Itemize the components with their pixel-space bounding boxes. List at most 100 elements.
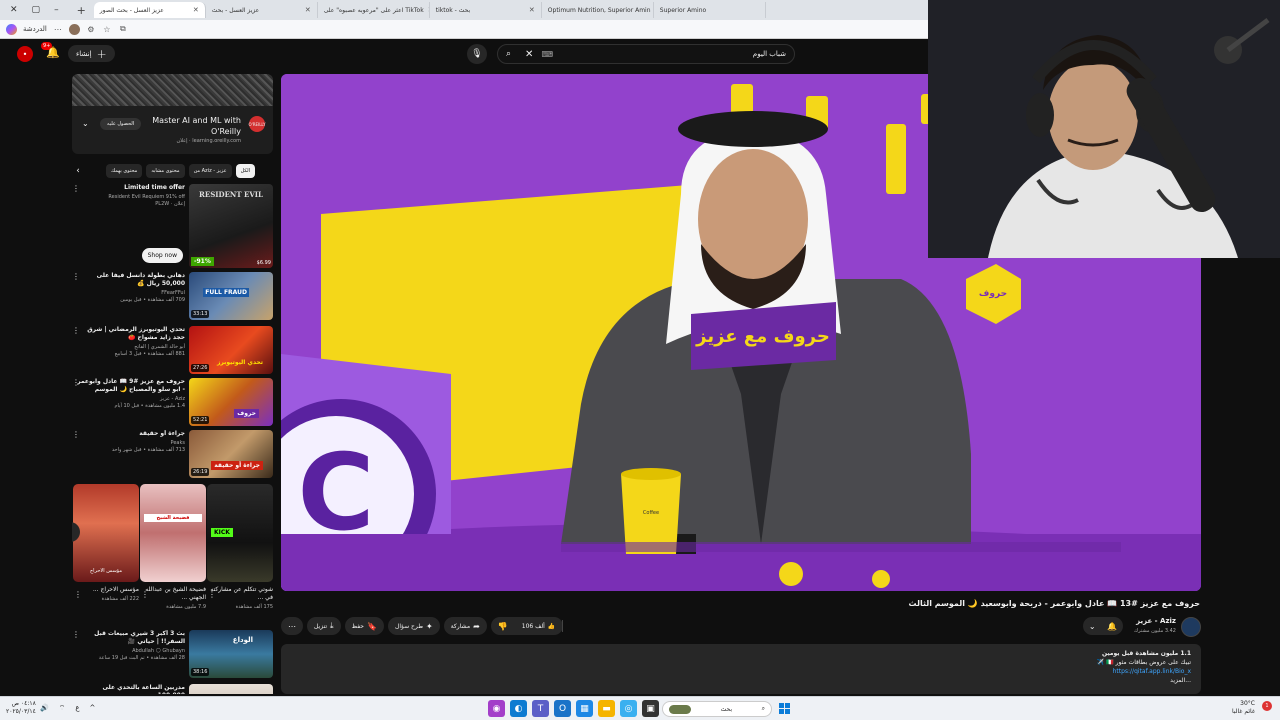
ad-cta-button[interactable]: الحصول عليه bbox=[100, 118, 142, 130]
profile-label[interactable]: الدردشة bbox=[23, 25, 47, 33]
more-menu-icon[interactable]: ⋯ bbox=[53, 24, 63, 34]
chevron-down-icon[interactable]: ⌄ bbox=[82, 119, 89, 128]
terminal-icon[interactable]: ▣ bbox=[642, 700, 659, 717]
browser-tab[interactable]: Superior Amino bbox=[654, 2, 766, 18]
search-icon[interactable]: ⌕ bbox=[506, 49, 511, 59]
chevron-left-icon[interactable]: ‹ bbox=[72, 166, 84, 176]
more-actions-button[interactable]: ⋯ bbox=[281, 617, 303, 635]
ad-title[interactable]: Master AI and ML with O'Reilly bbox=[141, 115, 241, 137]
channel-name[interactable]: FFearFFul bbox=[77, 290, 185, 296]
sponsored-recommendation[interactable]: RESIDENT EVIL -91% $6.99 Limited time of… bbox=[72, 184, 273, 268]
channel-avatar[interactable] bbox=[1181, 617, 1201, 637]
favorites-icon[interactable]: ☆ bbox=[102, 24, 112, 34]
browser-tab[interactable]: tiktok - بحث ✕ bbox=[430, 2, 542, 18]
short-title[interactable]: مؤسس الاحراج ... bbox=[73, 586, 139, 594]
short-title[interactable]: فضيحة الشيخ بن عبدالله الجهني ... bbox=[140, 586, 206, 602]
video-description[interactable]: 1.1 مليون مشاهدة قبل يومين تبيك على عروض… bbox=[281, 644, 1201, 694]
recommendation-item[interactable]: مدربين الساعة بالتحدي على 100,000 bbox=[72, 684, 273, 694]
edge-icon[interactable]: ◐ bbox=[510, 700, 527, 717]
shop-now-button[interactable]: Shop now bbox=[141, 248, 183, 263]
video-title[interactable]: تحدي اليوتيوبرز الرمضاني | شرق حجد زايد … bbox=[77, 326, 185, 342]
store-icon[interactable]: ▦ bbox=[576, 700, 593, 717]
outlook-icon[interactable]: O bbox=[554, 700, 571, 717]
create-button[interactable]: إنشاء + bbox=[68, 45, 115, 62]
more-options-icon[interactable]: ⋮ bbox=[72, 326, 80, 335]
short-thumbnail[interactable]: فضيحة الشيخ bbox=[140, 484, 206, 582]
recommendation-item[interactable]: جراءة أو حقيقة 26:19 جراءة أو حقيقة Peak… bbox=[72, 430, 273, 478]
chip-related[interactable]: محتوى مشابه bbox=[146, 164, 185, 178]
video-thumbnail[interactable]: جراءة أو حقيقة 26:19 bbox=[189, 430, 273, 478]
short-title[interactable]: شوتي تتكلم عن مشاركته في ... bbox=[207, 586, 273, 602]
dislike-icon[interactable]: 👎 bbox=[491, 622, 515, 631]
start-button[interactable] bbox=[776, 700, 793, 717]
taskbar-search[interactable]: بحث ⌕ bbox=[662, 701, 772, 717]
notification-badge[interactable]: 1 bbox=[1262, 701, 1272, 711]
close-tab-icon[interactable]: ✕ bbox=[193, 6, 199, 14]
video-title[interactable]: Limited time offer bbox=[77, 184, 185, 192]
chevron-up-icon[interactable]: ^ bbox=[90, 704, 96, 713]
wifi-icon[interactable]: ⌔ bbox=[59, 704, 66, 713]
more-options-icon[interactable]: ⋮ bbox=[74, 590, 82, 599]
channel-name[interactable]: Aziz - عزيز bbox=[77, 396, 185, 402]
video-title[interactable]: جراءة أو حقيقة bbox=[77, 430, 185, 438]
search-input[interactable] bbox=[552, 50, 786, 58]
language-indicator[interactable]: ع bbox=[75, 704, 79, 713]
teams-icon[interactable]: T bbox=[532, 700, 549, 717]
short-thumbnail[interactable]: KICK bbox=[207, 484, 273, 582]
recommendation-item[interactable]: تحدي اليوتيوبرز 27:26 تحدي اليوتيوبرز ال… bbox=[72, 326, 273, 374]
file-explorer-icon[interactable]: ▬ bbox=[598, 700, 615, 717]
app-icon[interactable]: ◉ bbox=[488, 700, 505, 717]
volume-icon[interactable]: 🔊 bbox=[40, 704, 49, 713]
recommendation-item[interactable]: FULL FRAUD 33:13 دهاني بطولة دانسل فيفا … bbox=[72, 272, 273, 320]
copilot-icon[interactable] bbox=[6, 23, 17, 35]
recommendation-item[interactable]: الوداع 38:16 بث 3 أكبر 3 شيري مبيعات قبل… bbox=[72, 630, 273, 678]
browser-tab[interactable]: عزيز العسل - بحث ✕ bbox=[206, 2, 318, 18]
video-thumbnail[interactable]: FULL FRAUD 33:13 bbox=[189, 272, 273, 320]
minimize-window-button[interactable]: – bbox=[54, 5, 59, 15]
video-title[interactable]: مدربين الساعة بالتحدي على 100,000 bbox=[77, 684, 185, 694]
video-thumbnail[interactable]: الوداع 38:16 bbox=[189, 630, 273, 678]
browser-tab[interactable]: اعثر على "مرعوبه عصبوه" على TikTok✕ bbox=[318, 2, 430, 18]
extensions-icon[interactable]: ⚙ bbox=[86, 24, 96, 34]
video-thumbnail[interactable] bbox=[189, 684, 273, 694]
sponsored-ad-card[interactable]: O'REILLY Master AI and ML with O'Reilly … bbox=[72, 74, 273, 154]
notifications-bell-icon[interactable]: 🔔 bbox=[46, 46, 60, 59]
profile-avatar[interactable] bbox=[68, 23, 80, 35]
voice-search-icon[interactable]: 🎙 bbox=[467, 44, 487, 64]
video-title[interactable]: دهاني بطولة دانسل فيفا على 50,000 ريال 💰 bbox=[77, 272, 185, 288]
download-button[interactable]: تنزيل ⤓ bbox=[307, 617, 341, 635]
browser-tab[interactable]: عزيز العسل - بحث الصور ✕ bbox=[93, 2, 206, 18]
more-options-icon[interactable]: ⋮ bbox=[141, 590, 149, 599]
subscribed-button[interactable]: ⌄ 🔔 bbox=[1083, 617, 1123, 635]
collections-icon[interactable]: ⧉ bbox=[118, 24, 128, 34]
chip-from-channel[interactable]: من Aziz - عزيز bbox=[188, 164, 232, 178]
channel-name[interactable]: Peaks bbox=[77, 440, 185, 446]
show-more-link[interactable]: ...المزيد bbox=[1170, 677, 1191, 684]
chip-all[interactable]: الكل bbox=[235, 164, 256, 178]
short-thumbnail[interactable]: مؤسس الاحراج bbox=[73, 484, 139, 582]
more-options-icon[interactable]: ⋮ bbox=[72, 184, 80, 193]
browser-tab[interactable]: Optimum Nutrition, Superior Amin✕ bbox=[542, 2, 654, 18]
channel-name[interactable]: أبو خالد الشمري | الفاتح bbox=[77, 344, 185, 350]
more-options-icon[interactable]: ⋮ bbox=[72, 378, 80, 387]
video-thumbnail[interactable]: حروف 52:21 bbox=[189, 378, 273, 426]
more-options-icon[interactable]: ⋮ bbox=[72, 272, 80, 281]
more-options-icon[interactable]: ⋮ bbox=[72, 630, 80, 639]
chip-for-you[interactable]: محتوى يهمك bbox=[106, 164, 143, 178]
close-tab-icon[interactable]: ✕ bbox=[305, 6, 311, 14]
weather-widget[interactable]: 30°C غائم غالبا bbox=[1232, 700, 1255, 716]
channel-name[interactable]: Abdullah 🌕 Ghubayn bbox=[77, 648, 185, 654]
save-button[interactable]: حفظ 🔖 bbox=[344, 617, 384, 635]
ask-button[interactable]: طرح سؤال ✦ bbox=[387, 617, 440, 635]
like-button[interactable]: 106 ألف 👍 bbox=[515, 620, 564, 632]
video-title[interactable]: حروف مع عزيز #9 📖 عادل وابوعمر - ابو سلو… bbox=[77, 378, 185, 394]
clear-search-icon[interactable]: ✕ bbox=[525, 49, 533, 60]
keyboard-icon[interactable]: ⌨ bbox=[541, 50, 553, 59]
recommendation-item[interactable]: حروف 52:21 حروف مع عزيز #9 📖 عادل وابوعم… bbox=[72, 378, 273, 426]
maximize-window-button[interactable]: ▢ bbox=[32, 5, 41, 15]
close-window-button[interactable]: ✕ bbox=[10, 5, 18, 15]
video-thumbnail[interactable]: RESIDENT EVIL -91% $6.99 bbox=[189, 184, 273, 268]
description-link[interactable]: https://qitaf.app.link/Bio_x bbox=[1113, 668, 1191, 675]
system-clock[interactable]: ٠٤:١٨ ص ٢٠٢٥/٠٣/١٤ bbox=[6, 700, 36, 716]
video-title[interactable]: بث 3 أكبر 3 شيري مبيعات قبل السفر!! | حي… bbox=[77, 630, 185, 646]
